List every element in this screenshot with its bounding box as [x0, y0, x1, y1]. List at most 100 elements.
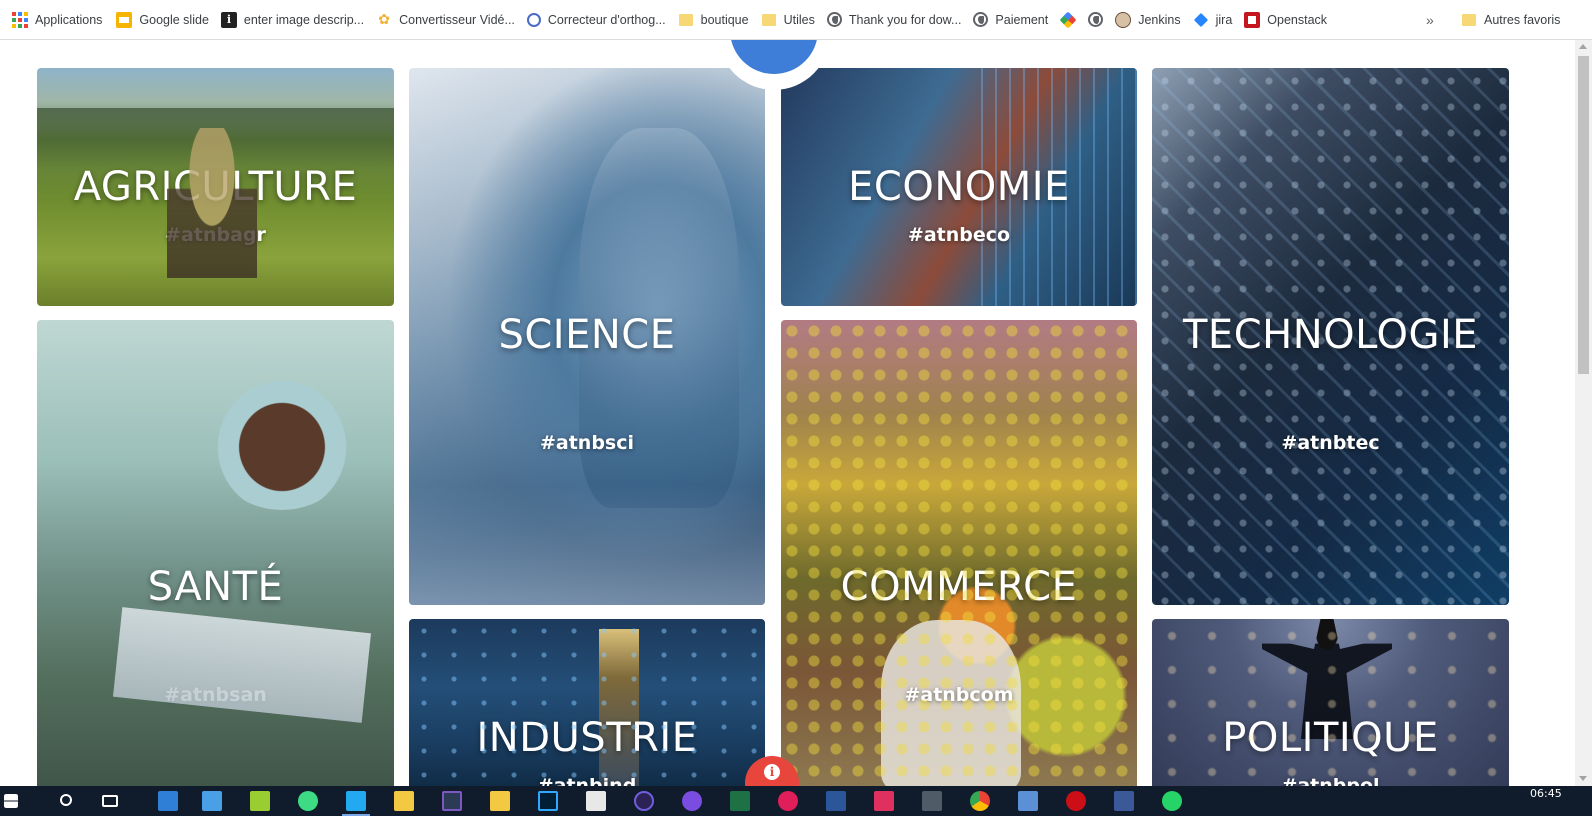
tile-hashtag: #atnbind: [537, 775, 637, 786]
tile-hashtag: #atnbtec: [1281, 432, 1380, 454]
network-icon[interactable]: [1018, 791, 1038, 811]
bookmark-label: Correcteur d'orthog...: [547, 12, 666, 27]
tile-hashtag: #atnbeco: [907, 224, 1011, 246]
android-studio-icon[interactable]: [298, 791, 318, 811]
bookmark-applications[interactable]: Applications: [6, 6, 108, 34]
tile-sante[interactable]: SANTÉ #atnbsan: [37, 320, 394, 786]
eclipse-icon[interactable]: [634, 791, 654, 811]
tile-industrie[interactable]: INDUSTRIE #atnbind: [409, 619, 765, 786]
task-view-icon[interactable]: [102, 795, 118, 807]
more-bookmarks-button[interactable]: »: [1426, 0, 1434, 39]
tile-title: TECHNOLOGIE: [1182, 312, 1479, 358]
vscode-icon[interactable]: [342, 791, 370, 816]
bookmark-label: Applications: [35, 12, 103, 27]
git-icon[interactable]: [922, 791, 942, 811]
tile-title: POLITIQUE: [1222, 715, 1439, 761]
word-icon[interactable]: [826, 791, 846, 811]
bookmark-label: boutique: [700, 12, 749, 27]
opera-icon[interactable]: [1066, 791, 1086, 811]
bookmark-enter-image[interactable]: i enter image descrip...: [215, 6, 370, 34]
converter-icon: ✿: [378, 11, 390, 27]
spellcheck-icon: [526, 12, 541, 27]
search-icon[interactable]: [60, 794, 72, 806]
jenkins-icon: [1115, 11, 1132, 28]
stackoverflow-icon: i: [220, 11, 237, 28]
photoshop-icon[interactable]: [538, 791, 558, 811]
globe-icon: [973, 12, 989, 27]
excel-icon[interactable]: [730, 791, 750, 811]
photos-icon[interactable]: [158, 791, 178, 811]
openstack-icon: [1244, 11, 1261, 28]
tile-hashtag: #atnbagr: [165, 224, 266, 246]
intellij-icon[interactable]: [874, 791, 894, 811]
scroll-up-arrow-icon[interactable]: [1579, 44, 1587, 49]
windows-taskbar: 06:45: [0, 786, 1592, 816]
bookmark-label: Paiement: [995, 12, 1049, 27]
bookmark-jira[interactable]: jira: [1187, 6, 1239, 34]
tile-commerce[interactable]: COMMERCE #atnbcom: [781, 320, 1137, 786]
bookmark-label: Autres favoris: [1484, 13, 1561, 27]
windows-start-icon[interactable]: [4, 794, 18, 808]
bookmark-pinwheel[interactable]: [1054, 6, 1082, 34]
bookmark-label: Thank you for dow...: [848, 12, 962, 27]
jira-icon: [1193, 12, 1209, 28]
chrome-icon[interactable]: [970, 791, 990, 811]
tile-economie[interactable]: ECONOMIE #atnbeco: [781, 68, 1137, 306]
tile-title: INDUSTRIE: [476, 715, 698, 761]
tile-title: AGRICULTURE: [73, 164, 358, 210]
folder-icon[interactable]: [442, 791, 462, 811]
sticky-notes-icon[interactable]: [490, 791, 510, 811]
chevron-double-right-icon: »: [1426, 12, 1434, 28]
bookmark-google-slide[interactable]: Google slide: [110, 6, 215, 34]
facebook-icon[interactable]: [1114, 791, 1134, 811]
tile-title: SCIENCE: [498, 312, 676, 358]
slack-icon[interactable]: [778, 791, 798, 811]
bookmark-paiement[interactable]: Paiement: [967, 6, 1054, 34]
bookmark-convertisseur[interactable]: ✿ Convertisseur Vidé...: [370, 6, 521, 34]
globe-icon: [1088, 12, 1104, 27]
bookmark-label: Jenkins: [1138, 12, 1181, 27]
bookmark-label: Utiles: [783, 12, 815, 27]
bookmarks-bar: Applications Google slide i enter image …: [0, 0, 1592, 40]
tile-science[interactable]: SCIENCE #atnbsci: [409, 68, 765, 605]
notepadpp-icon[interactable]: [250, 791, 270, 811]
bookmark-label: Openstack: [1267, 12, 1328, 27]
bookmark-utiles[interactable]: Utiles: [755, 6, 821, 34]
info-icon: i: [764, 764, 780, 780]
bookmark-jenkins[interactable]: Jenkins: [1109, 6, 1186, 34]
snipping-icon[interactable]: [202, 791, 222, 811]
scrollbar-thumb[interactable]: [1578, 56, 1589, 374]
bookmark-globe[interactable]: [1082, 6, 1109, 34]
folder-icon: [678, 12, 694, 28]
taskbar-clock[interactable]: 06:45: [1530, 786, 1562, 816]
tile-title: SANTÉ: [147, 564, 284, 610]
bookmark-label: jira: [1215, 12, 1233, 27]
tile-hashtag: #atnbpol: [1281, 775, 1380, 786]
scroll-down-arrow-icon[interactable]: [1579, 776, 1587, 781]
bookmark-correcteur[interactable]: Correcteur d'orthog...: [521, 6, 672, 34]
apps-grid-icon: [12, 11, 28, 28]
bookmark-openstack[interactable]: Openstack: [1238, 6, 1333, 34]
tile-agriculture[interactable]: AGRICULTURE #atnbagr: [37, 68, 394, 306]
tile-hashtag: #atnbsci: [539, 432, 635, 454]
page-scrollbar[interactable]: [1575, 40, 1592, 786]
bookmark-label: Google slide: [139, 12, 209, 27]
bookmark-label: Convertisseur Vidé...: [399, 12, 515, 27]
whatsapp-icon[interactable]: [1162, 791, 1182, 811]
google-slides-icon: [116, 11, 133, 28]
tile-politique[interactable]: POLITIQUE #atnbpol: [1152, 619, 1509, 786]
github-icon[interactable]: [682, 791, 702, 811]
tile-title: COMMERCE: [840, 564, 1078, 610]
tile-technologie[interactable]: TECHNOLOGIE #atnbtec: [1152, 68, 1509, 605]
tile-hashtag: #atnbsan: [164, 684, 267, 706]
tile-hashtag: #atnbcom: [904, 684, 1014, 706]
folder-icon: [1461, 12, 1477, 28]
bookmark-boutique[interactable]: boutique: [672, 6, 755, 34]
bookmark-thank-you[interactable]: Thank you for dow...: [821, 6, 968, 34]
bookmark-other-favorites[interactable]: Autres favoris: [1455, 6, 1566, 34]
category-grid-page: AGRICULTURE #atnbagr SCIENCE #atnbsci EC…: [0, 40, 1592, 786]
tile-title: ECONOMIE: [848, 164, 1070, 210]
pinwheel-icon: [1060, 12, 1076, 28]
file-explorer-icon[interactable]: [394, 791, 414, 811]
paint-icon[interactable]: [586, 791, 606, 811]
